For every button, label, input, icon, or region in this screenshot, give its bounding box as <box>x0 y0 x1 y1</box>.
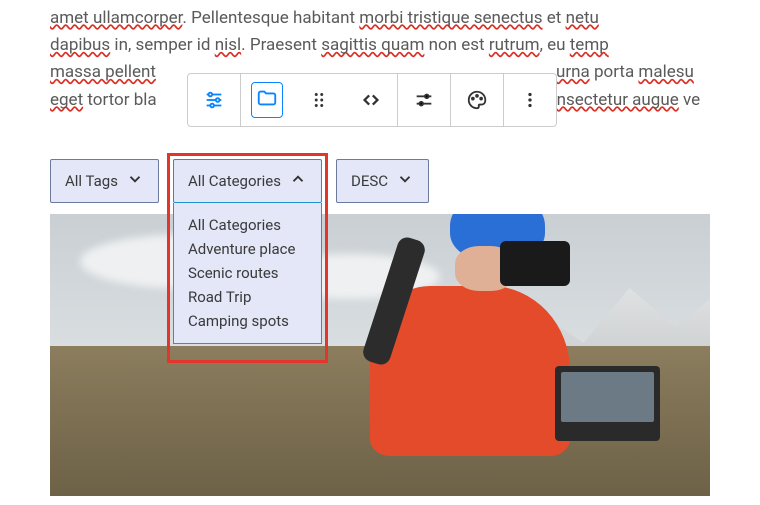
align-button[interactable] <box>398 74 450 126</box>
move-buttons[interactable] <box>345 74 397 126</box>
block-settings-button[interactable] <box>188 74 240 126</box>
more-options-button[interactable] <box>504 74 556 126</box>
tags-filter-button[interactable]: All Tags <box>50 159 159 203</box>
drag-icon <box>308 89 330 111</box>
dropdown-item[interactable]: Adventure place <box>188 237 307 261</box>
chevron-down-icon <box>396 170 414 192</box>
folder-icon <box>256 87 278 109</box>
chevron-up-icon <box>289 170 307 192</box>
filter-bar: All Tags All Categories All Categories A… <box>0 114 760 203</box>
chevron-left-right-icon <box>360 89 382 111</box>
featured-image <box>50 214 710 496</box>
drag-handle-button[interactable] <box>293 74 345 126</box>
kebab-icon <box>519 89 541 111</box>
categories-dropdown: All Categories Adventure place Scenic ro… <box>173 203 322 344</box>
color-button[interactable] <box>451 74 503 126</box>
dropdown-item[interactable]: Road Trip <box>188 285 307 309</box>
tags-filter-label: All Tags <box>65 172 118 190</box>
categories-filter-button[interactable]: All Categories <box>173 159 322 203</box>
block-type-button[interactable] <box>241 74 293 126</box>
dropdown-item[interactable]: Scenic routes <box>188 261 307 285</box>
sliders-icon <box>413 89 435 111</box>
sort-filter-button[interactable]: DESC <box>336 159 429 203</box>
sort-filter-label: DESC <box>351 172 388 190</box>
palette-icon <box>466 89 488 111</box>
categories-filter-label: All Categories <box>188 172 281 190</box>
chevron-down-icon <box>126 170 144 192</box>
dropdown-item[interactable]: Camping spots <box>188 309 307 333</box>
dropdown-item[interactable]: All Categories <box>188 213 307 237</box>
block-toolbar <box>187 73 557 127</box>
